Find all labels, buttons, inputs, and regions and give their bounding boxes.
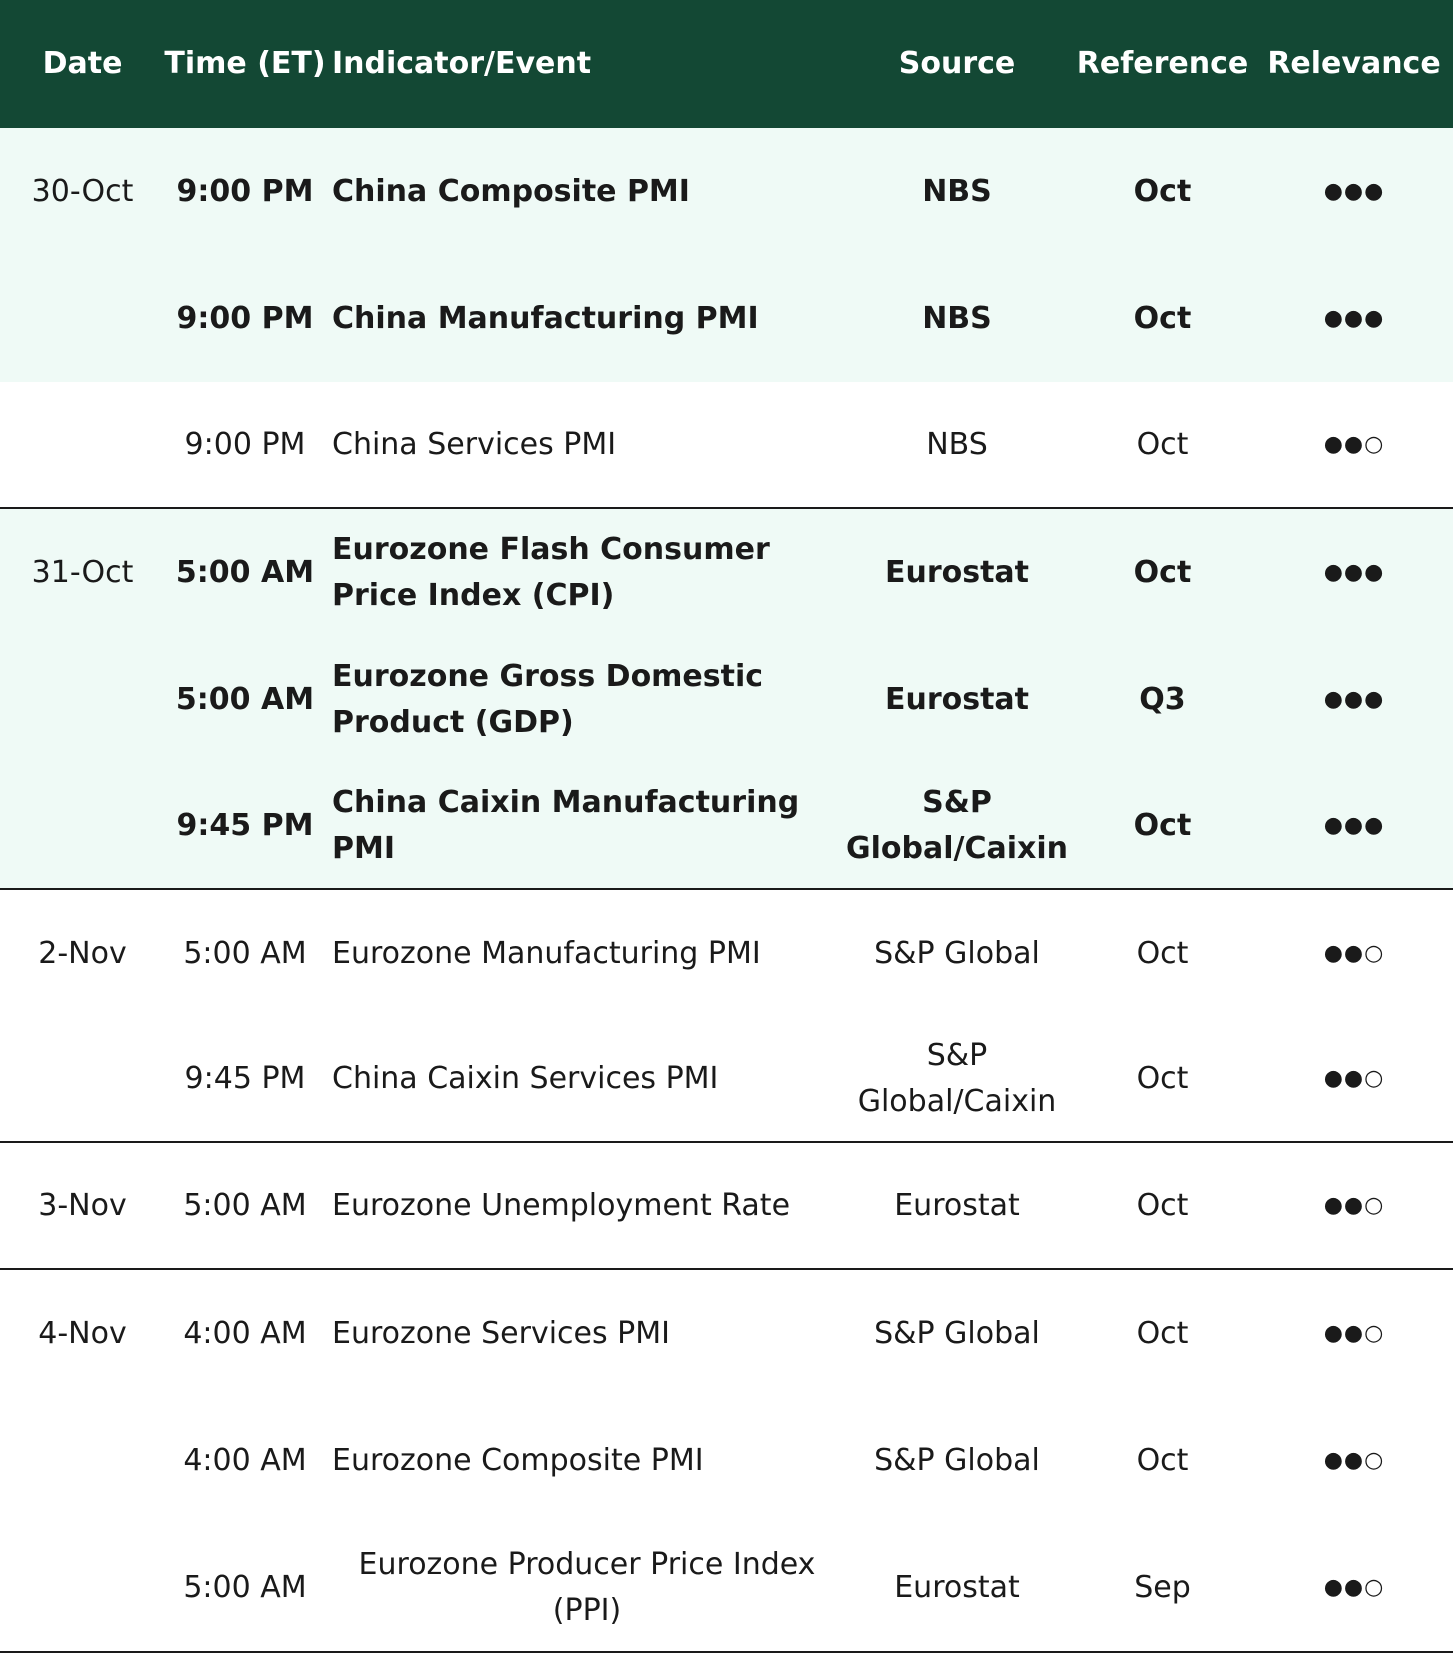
- row-date: 3-Nov: [38, 1187, 127, 1223]
- row-reference: Oct: [1136, 427, 1189, 462]
- row-time: 9:00 PM: [176, 300, 314, 336]
- row-source: S&P Global: [874, 1315, 1040, 1351]
- economic-calendar-table: Date Time (ET) Indicator/Event Source Re…: [0, 0, 1453, 1656]
- row-time: 9:00 PM: [176, 173, 314, 209]
- row-source: NBS: [922, 173, 992, 209]
- relevance-dots-icon: ●●●: [1323, 813, 1385, 838]
- row-reference: Oct: [1136, 1187, 1189, 1223]
- row-indicator: Eurozone Composite PMI: [332, 1442, 704, 1478]
- row-source: S&P Global: [874, 935, 1040, 971]
- header-time: Time (ET): [164, 46, 326, 81]
- relevance-dots-icon: ●●●: [1323, 559, 1385, 585]
- row-time: 5:00 AM: [175, 554, 315, 590]
- row-time: 5:00 AM: [183, 935, 307, 971]
- row-date: 30-Oct: [31, 173, 134, 209]
- table-row: 2-Nov 5:00 AM Eurozone Manufacturing PMI…: [0, 890, 1453, 1017]
- row-reference: Oct: [1136, 1061, 1189, 1096]
- row-date: 2-Nov: [38, 935, 127, 971]
- table-row: 9:45 PM China Caixin Manufacturing PMI S…: [0, 763, 1453, 889]
- header-indicator: Indicator/Event: [332, 46, 592, 81]
- row-reference: Sep: [1134, 1569, 1191, 1605]
- table-header: Date Time (ET) Indicator/Event Source Re…: [0, 0, 1453, 128]
- row-indicator: China Services PMI: [332, 427, 617, 462]
- row-time: 4:00 AM: [183, 1442, 307, 1478]
- row-source: NBS: [926, 427, 988, 462]
- table-row: 9:45 PM China Caixin Services PMI S&P Gl…: [0, 1017, 1453, 1141]
- row-indicator: Eurozone Manufacturing PMI: [332, 935, 761, 971]
- row-time: 4:00 AM: [183, 1315, 307, 1351]
- relevance-dots-icon: ●●○: [1323, 1447, 1385, 1473]
- row-time: 9:00 PM: [184, 427, 306, 462]
- row-indicator: China Composite PMI: [332, 173, 690, 209]
- row-reference: Oct: [1136, 935, 1189, 971]
- relevance-dots-icon: ●●○: [1323, 1192, 1385, 1218]
- table-row: 31-Oct 5:00 AM Eurozone Flash Consumer P…: [0, 509, 1453, 636]
- row-date: [20, 1397, 145, 1524]
- row-indicator: China Caixin Services PMI: [332, 1061, 719, 1096]
- header-date: Date: [42, 46, 123, 81]
- relevance-dots-icon: ●●○: [1323, 940, 1385, 966]
- table-row: 30-Oct 9:00 PM China Composite PMI NBS O…: [0, 128, 1453, 255]
- table-row: 5:00 AM Eurozone Gross Domestic Product …: [0, 636, 1453, 763]
- row-source: Eurostat: [894, 1187, 1020, 1223]
- row-reference: Q3: [1139, 681, 1186, 717]
- row-time: 9:45 PM: [184, 1061, 306, 1096]
- header-source: Source: [898, 46, 1016, 81]
- row-source: Eurostat: [884, 554, 1030, 590]
- row-source: S&P Global: [874, 1442, 1040, 1478]
- row-date: [20, 636, 145, 763]
- row-date: [20, 255, 145, 382]
- row-indicator: Eurozone Gross Domestic Product (GDP): [332, 658, 764, 740]
- table-row: 9:00 PM China Services PMI NBS Oct ●●○: [0, 382, 1453, 508]
- row-source: NBS: [922, 300, 992, 336]
- row-indicator: China Caixin Manufacturing PMI: [332, 785, 800, 866]
- row-source: S&P Global/Caixin: [857, 1038, 1057, 1119]
- row-source: S&P Global/Caixin: [846, 785, 1069, 866]
- relevance-dots-icon: ●●○: [1323, 1320, 1385, 1346]
- row-source: Eurostat: [894, 1569, 1020, 1605]
- row-time: 5:00 AM: [183, 1569, 307, 1605]
- row-date: [20, 1524, 145, 1651]
- header-relevance: Relevance: [1267, 46, 1441, 81]
- table-row: 9:00 PM China Manufacturing PMI NBS Oct …: [0, 255, 1453, 382]
- row-indicator: Eurozone Unemployment Rate: [332, 1187, 791, 1223]
- table-row: 4:00 AM Eurozone Composite PMI S&P Globa…: [0, 1397, 1453, 1524]
- table-row: 3-Nov 5:00 AM Eurozone Unemployment Rate…: [0, 1143, 1453, 1268]
- row-source: Eurostat: [884, 681, 1030, 717]
- table-bottom-border: [0, 1651, 1453, 1653]
- row-time: 5:00 AM: [175, 681, 315, 717]
- row-reference: Oct: [1133, 554, 1192, 590]
- relevance-dots-icon: ●●●: [1323, 305, 1385, 331]
- relevance-dots-icon: ●●●: [1323, 178, 1385, 204]
- relevance-dots-icon: ●●○: [1323, 432, 1385, 457]
- row-indicator: Eurozone Services PMI: [332, 1315, 670, 1351]
- row-date: 31-Oct: [31, 554, 134, 590]
- header-reference: Reference: [1076, 46, 1249, 81]
- relevance-dots-icon: ●●○: [1323, 1574, 1385, 1600]
- row-reference: Oct: [1136, 1442, 1189, 1478]
- table-row: 5:00 AM Eurozone Producer Price Index (P…: [0, 1524, 1453, 1651]
- row-date: [20, 763, 145, 889]
- row-time: 9:45 PM: [176, 808, 314, 843]
- row-indicator: China Manufacturing PMI: [332, 300, 759, 336]
- row-reference: Oct: [1133, 808, 1192, 843]
- relevance-dots-icon: ●●●: [1323, 686, 1385, 712]
- row-reference: Oct: [1136, 1315, 1189, 1351]
- table-row: 4-Nov 4:00 AM Eurozone Services PMI S&P …: [0, 1270, 1453, 1397]
- relevance-dots-icon: ●●○: [1323, 1066, 1385, 1091]
- row-reference: Oct: [1133, 173, 1192, 209]
- row-time: 5:00 AM: [183, 1187, 307, 1223]
- row-date: [20, 382, 145, 508]
- row-indicator: Eurozone Flash Consumer Price Index (CPI…: [332, 531, 770, 613]
- row-date: [20, 1017, 145, 1141]
- row-reference: Oct: [1133, 300, 1192, 336]
- row-indicator: Eurozone Producer Price Index (PPI): [358, 1546, 816, 1628]
- row-date: 4-Nov: [38, 1315, 127, 1351]
